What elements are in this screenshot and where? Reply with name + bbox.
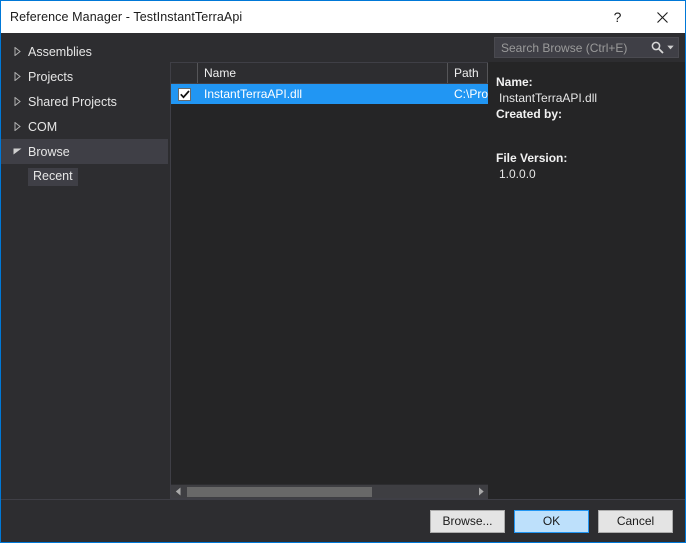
- chevron-left-icon: [175, 487, 180, 496]
- sidebar-item-label: COM: [28, 119, 58, 134]
- sidebar-item-shared-projects[interactable]: Shared Projects: [1, 89, 168, 114]
- sidebar-item-assemblies[interactable]: Assemblies: [1, 39, 168, 64]
- detail-file-version-label: File Version:: [496, 151, 568, 165]
- search-input[interactable]: Search Browse (Ctrl+E): [501, 41, 650, 55]
- help-button[interactable]: ?: [595, 1, 640, 33]
- browse-button[interactable]: Browse...: [430, 509, 505, 533]
- row-checkbox-cell[interactable]: [171, 87, 198, 101]
- horizontal-scrollbar[interactable]: [171, 484, 488, 498]
- scroll-left-button[interactable]: [171, 485, 185, 499]
- scroll-right-button[interactable]: [474, 485, 488, 499]
- close-button[interactable]: [640, 1, 685, 33]
- table-row[interactable]: InstantTerraAPI.dll C:\Pro: [171, 84, 488, 104]
- chevron-right-icon[interactable]: [9, 94, 25, 110]
- chevron-down-icon[interactable]: [9, 144, 25, 160]
- sidebar-item-projects[interactable]: Projects: [1, 64, 168, 89]
- dialog-body: Assemblies Projects Shared Projects COM: [1, 33, 685, 499]
- dialog-footer: Browse... OK Cancel: [1, 499, 685, 542]
- sidebar-item-label: Projects: [28, 69, 74, 84]
- sidebar-item-label: Recent: [28, 168, 78, 186]
- results-area: Name Path InstantTerraAPI.dll C:\Pro: [168, 33, 489, 499]
- reference-manager-dialog: Reference Manager - TestInstantTerraApi …: [0, 0, 686, 543]
- sidebar-item-browse[interactable]: Browse: [1, 139, 168, 164]
- detail-name-label: Name:: [496, 75, 533, 89]
- category-sidebar: Assemblies Projects Shared Projects COM: [1, 33, 168, 499]
- column-header-check[interactable]: [171, 63, 198, 83]
- reference-list: Name Path InstantTerraAPI.dll C:\Pro: [170, 62, 489, 499]
- chevron-right-icon[interactable]: [9, 69, 25, 85]
- close-icon: [657, 11, 668, 23]
- search-icon[interactable]: [650, 41, 665, 54]
- chevron-right-icon[interactable]: [9, 44, 25, 60]
- check-icon: [179, 89, 190, 98]
- ok-button[interactable]: OK: [514, 509, 589, 533]
- chevron-right-icon[interactable]: [9, 119, 25, 135]
- scrollbar-thumb[interactable]: [187, 486, 372, 497]
- sidebar-item-recent[interactable]: Recent: [1, 164, 168, 190]
- detail-name-value: InstantTerraAPI.dll: [499, 91, 598, 105]
- chevron-down-icon[interactable]: [665, 45, 675, 50]
- row-path: C:\Pro: [454, 87, 488, 101]
- list-header-row: Name Path: [171, 63, 488, 84]
- search-area: Search Browse (Ctrl+E): [488, 33, 685, 62]
- question-mark-icon: ?: [613, 9, 622, 25]
- column-header-path[interactable]: Path: [448, 63, 488, 83]
- detail-file-version-value: 1.0.0.0: [499, 167, 536, 181]
- title-bar-buttons: ?: [595, 1, 685, 33]
- details-panel: Search Browse (Ctrl+E) Name: InstantTerr…: [488, 33, 685, 499]
- scrollbar-track[interactable]: [185, 485, 474, 499]
- row-name: InstantTerraAPI.dll: [204, 87, 303, 101]
- details-content: Name: InstantTerraAPI.dll Created by: Fi…: [488, 62, 685, 182]
- search-box[interactable]: Search Browse (Ctrl+E): [494, 37, 679, 58]
- sidebar-item-com[interactable]: COM: [1, 114, 168, 139]
- window-title: Reference Manager - TestInstantTerraApi: [10, 10, 243, 24]
- sidebar-item-label: Shared Projects: [28, 94, 117, 109]
- list-body: InstantTerraAPI.dll C:\Pro: [171, 84, 488, 484]
- title-bar: Reference Manager - TestInstantTerraApi …: [1, 1, 685, 33]
- checkbox-checked[interactable]: [178, 87, 191, 101]
- detail-spacer: [496, 138, 685, 150]
- sidebar-item-label: Browse: [28, 144, 70, 159]
- chevron-right-icon: [478, 487, 484, 496]
- column-header-name[interactable]: Name: [198, 63, 448, 83]
- sidebar-item-label: Assemblies: [28, 44, 92, 59]
- cancel-button[interactable]: Cancel: [598, 509, 673, 533]
- detail-created-by-label: Created by:: [496, 107, 563, 121]
- detail-created-by-value: [496, 122, 685, 138]
